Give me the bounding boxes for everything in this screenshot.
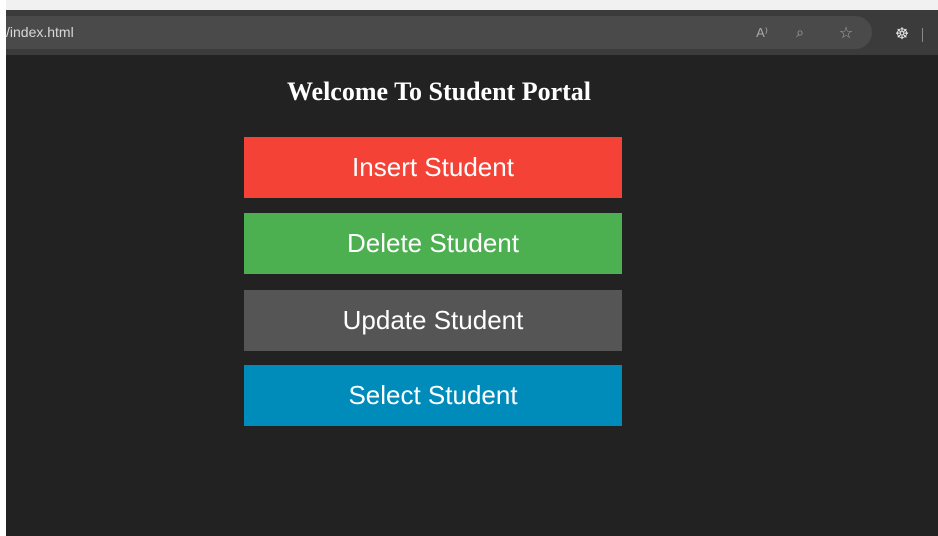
- zoom-icon[interactable]: ⌕: [789, 24, 811, 42]
- window-top-edge: [0, 0, 938, 10]
- browser-window: /index.html A⁾ ⌕ ☆ ☸ Welcome To Student …: [0, 0, 938, 536]
- select-student-button[interactable]: Select Student: [244, 365, 622, 426]
- extensions-icon[interactable]: ☸: [891, 25, 913, 43]
- address-bar[interactable]: /index.html A⁾ ⌕ ☆: [6, 16, 872, 49]
- favorite-star-icon[interactable]: ☆: [835, 24, 857, 42]
- insert-student-button[interactable]: Insert Student: [244, 137, 622, 198]
- address-bar-url[interactable]: /index.html: [6, 24, 74, 41]
- toolbar-separator: [922, 28, 923, 42]
- update-student-button[interactable]: Update Student: [244, 290, 622, 351]
- browser-toolbar: /index.html A⁾ ⌕ ☆ ☸: [6, 10, 938, 55]
- delete-student-button[interactable]: Delete Student: [244, 213, 622, 274]
- page-content: Welcome To Student Portal Insert Student…: [6, 55, 938, 536]
- read-aloud-icon[interactable]: A⁾: [751, 24, 773, 42]
- page-title: Welcome To Student Portal: [286, 77, 592, 106]
